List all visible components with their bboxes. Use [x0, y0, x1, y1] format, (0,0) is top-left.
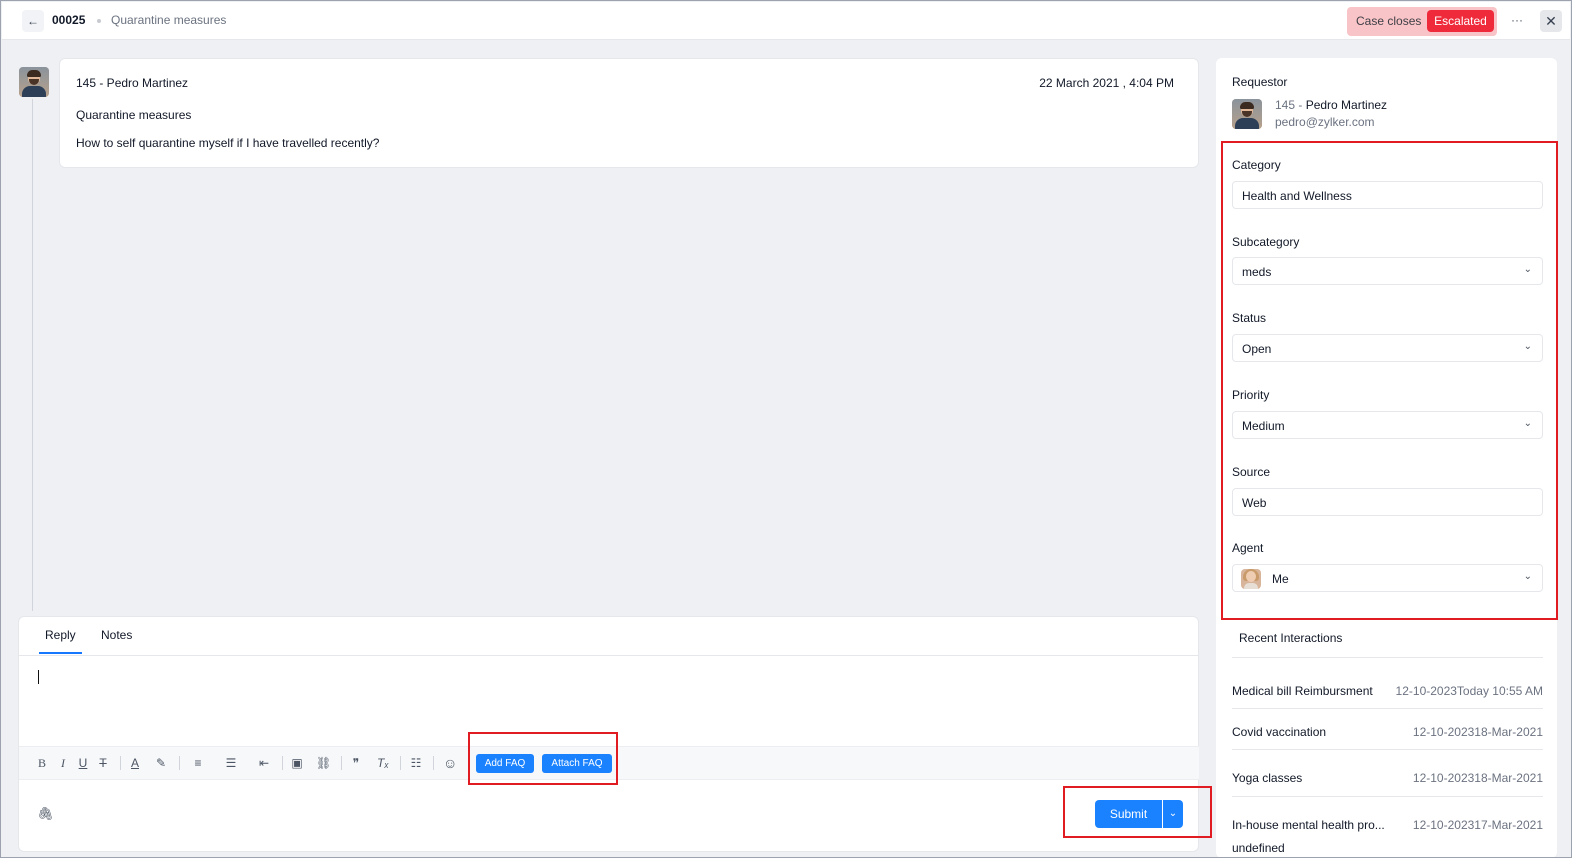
sla-indicator: Case closes Escalated — [1347, 7, 1497, 36]
image-icon[interactable]: ▣ — [290, 754, 304, 772]
recent-item-date: 12-10-202317-Mar-2021 — [1412, 818, 1543, 832]
submit-highlight — [1063, 786, 1212, 838]
header-bar: ← 00025 Quarantine measures Case closes … — [2, 2, 1570, 40]
separator-dot — [97, 19, 101, 23]
message-sender: 145 - Pedro Martinez — [76, 76, 189, 90]
emoji-icon[interactable]: ☺ — [443, 754, 457, 772]
escalated-badge[interactable]: Escalated — [1427, 10, 1494, 32]
recent-item-title[interactable]: Covid vaccination — [1232, 725, 1326, 739]
message-card: 145 - Pedro Martinez 22 March 2021 , 4:0… — [59, 58, 1199, 168]
recent-item-title[interactable]: In-house mental health pro... — [1232, 818, 1385, 832]
divider-icon[interactable]: ☷ — [409, 754, 423, 772]
case-title: Quarantine measures — [111, 13, 227, 27]
requestor-email: pedro@zylker.com — [1275, 115, 1375, 129]
fields-highlight — [1221, 141, 1558, 620]
app-window: ← 00025 Quarantine measures Case closes … — [0, 0, 1572, 858]
tab-notes[interactable]: Notes — [101, 628, 132, 642]
bold-icon[interactable]: B — [36, 754, 48, 772]
clear-format-icon[interactable]: Tₓ — [375, 754, 391, 772]
recent-item-date: 12-10-202318-Mar-2021 — [1412, 725, 1543, 739]
more-options-icon[interactable]: ··· — [1507, 11, 1527, 31]
attachment-icon[interactable]: 🖇 — [37, 806, 54, 822]
list-icon[interactable]: ☰ — [222, 754, 240, 772]
recent-item-title[interactable]: Yoga classes — [1232, 771, 1302, 785]
italic-icon[interactable]: I — [57, 754, 69, 772]
message-subject: Quarantine measures — [76, 108, 192, 122]
close-icon[interactable]: ✕ — [1540, 10, 1562, 32]
recent-item-extra: undefined — [1232, 841, 1285, 855]
highlight-icon[interactable]: ✎ — [155, 754, 167, 772]
recent-item-date: 12-10-202318-Mar-2021 — [1412, 771, 1543, 785]
thread-line — [32, 99, 33, 611]
text-caret — [38, 670, 39, 684]
quote-icon[interactable]: ❞ — [349, 754, 363, 772]
requester-avatar — [19, 67, 49, 97]
strikethrough-icon[interactable]: T — [97, 754, 109, 772]
indent-icon[interactable]: ⇤ — [257, 754, 271, 772]
recent-item-title[interactable]: Medical bill Reimbursment — [1232, 684, 1373, 698]
recent-item-date: 12-10-2023Today 10:55 AM — [1395, 684, 1543, 698]
active-tab-indicator — [39, 652, 82, 654]
font-color-icon[interactable]: A — [129, 754, 141, 772]
underline-icon[interactable]: U — [77, 754, 89, 772]
message-date: 22 March 2021 , 4:04 PM — [1039, 76, 1174, 90]
recent-interactions-title: Recent Interactions — [1239, 631, 1343, 645]
link-icon[interactable]: ⛓ — [316, 754, 331, 772]
align-icon[interactable]: ≡ — [189, 754, 207, 772]
message-body: How to self quarantine myself if I have … — [76, 136, 380, 150]
case-id: 00025 — [52, 13, 86, 27]
requestor-name[interactable]: 145 - Pedro Martinez — [1275, 98, 1387, 112]
faq-buttons-highlight — [468, 732, 618, 785]
requestor-avatar — [1232, 99, 1262, 129]
back-arrow-icon[interactable]: ← — [22, 10, 44, 32]
tab-reply[interactable]: Reply — [45, 628, 76, 642]
sla-label: Case closes — [1356, 14, 1422, 28]
requestor-label: Requestor — [1232, 75, 1288, 89]
